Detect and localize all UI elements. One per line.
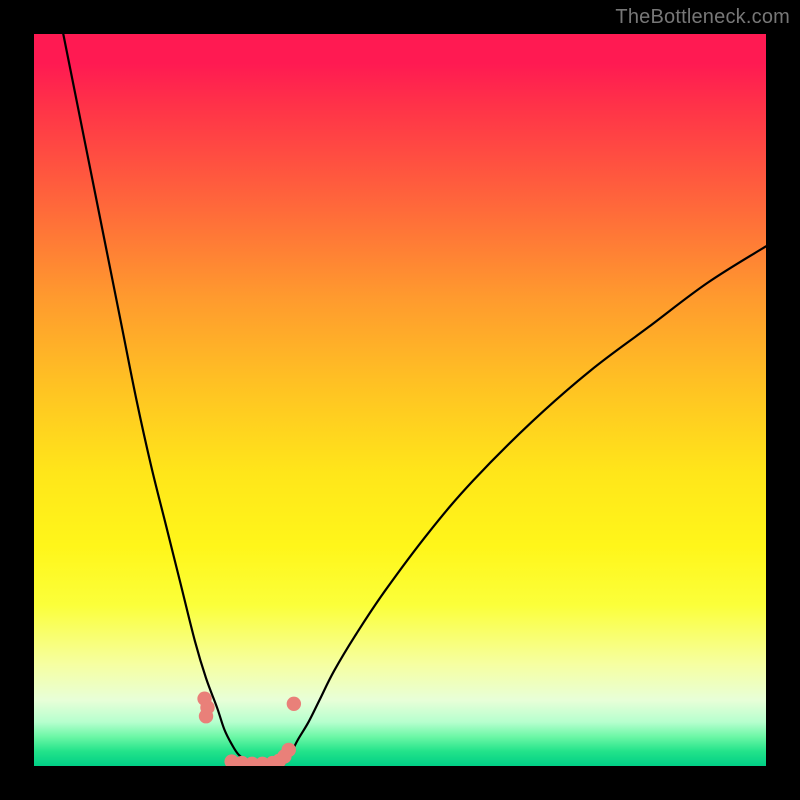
left-curve	[63, 34, 261, 766]
chart-frame: TheBottleneck.com	[0, 0, 800, 800]
floor-dot-upper-right-dot	[287, 697, 301, 711]
watermark-text: TheBottleneck.com	[615, 6, 790, 29]
floor-dots-bottom-dot	[282, 743, 296, 757]
floor-dots-left-cluster-dot	[199, 709, 213, 723]
plot-area	[34, 34, 766, 766]
series-group	[63, 34, 766, 766]
chart-svg	[34, 34, 766, 766]
right-curve	[283, 246, 766, 766]
